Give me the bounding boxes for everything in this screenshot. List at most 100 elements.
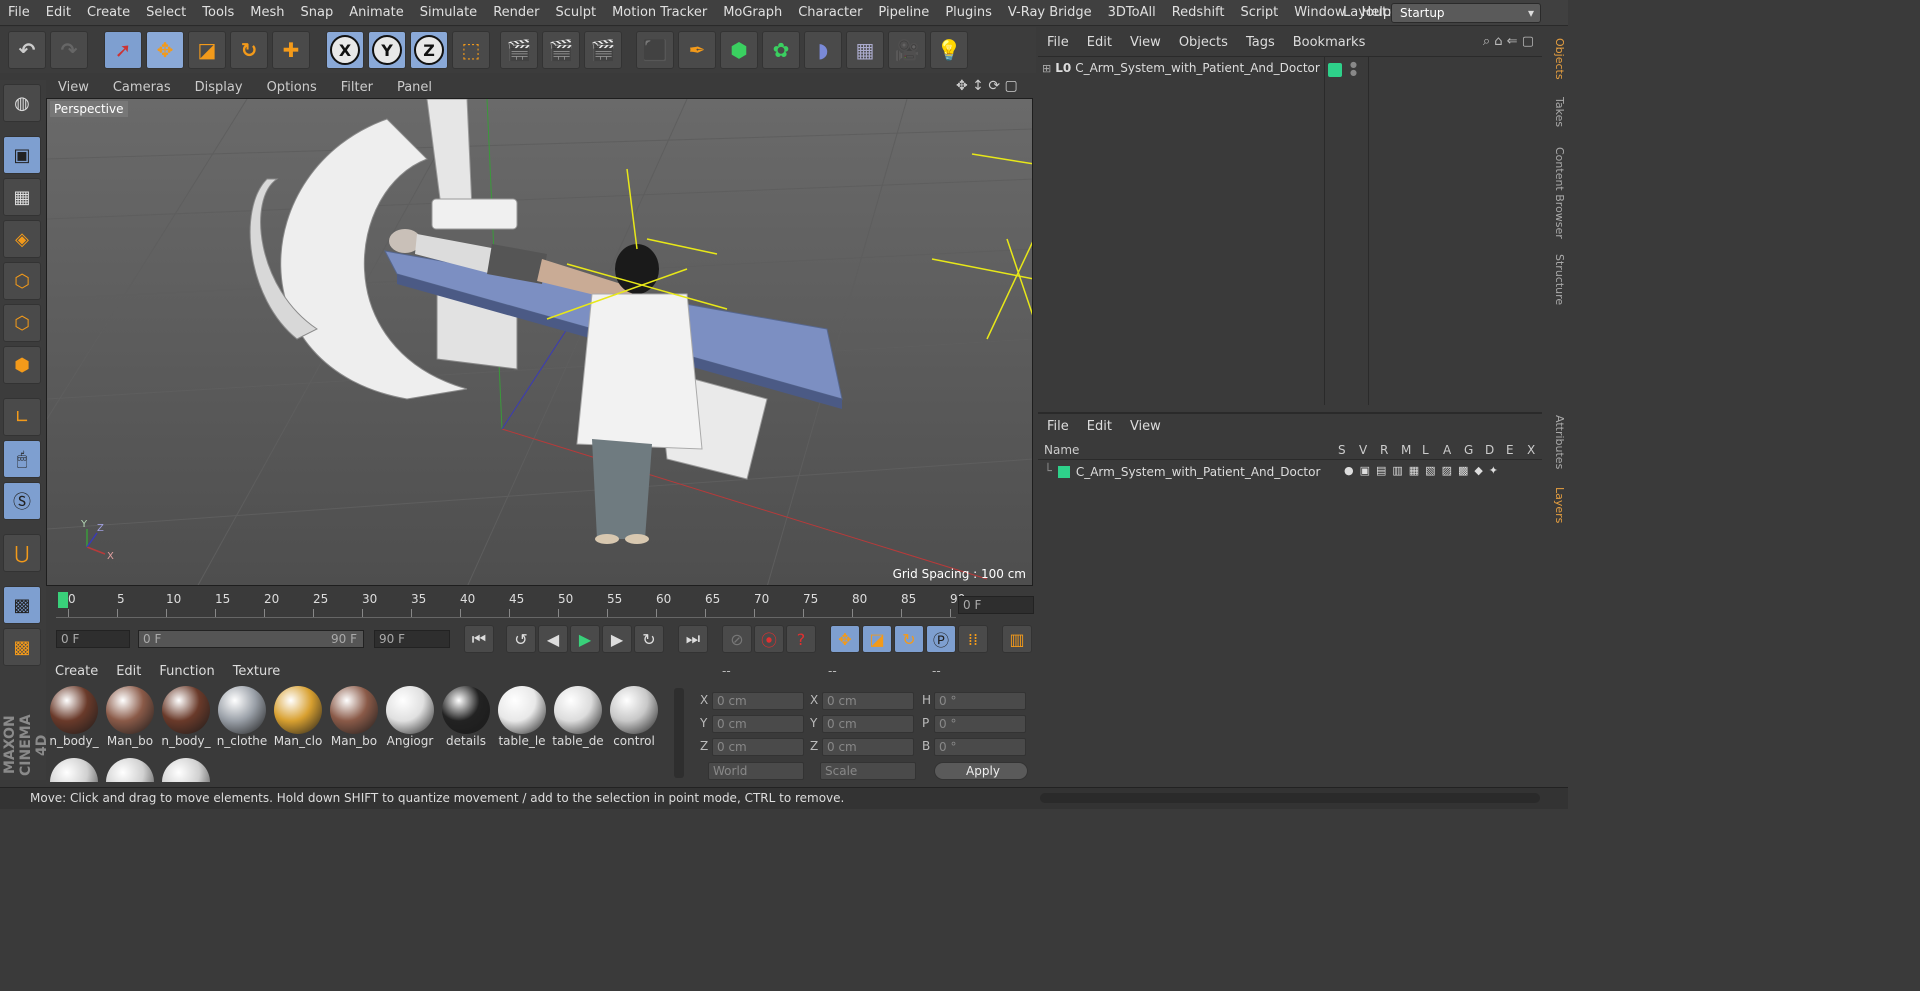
y-axis-button[interactable]: Y	[368, 31, 406, 69]
material-swatch[interactable]: n_clothe	[216, 686, 268, 748]
layer-menu-view[interactable]: View	[1121, 419, 1170, 434]
camera-button[interactable]: 🎥	[888, 31, 926, 69]
tweak-mode-button[interactable]: 🖱	[3, 440, 41, 478]
material-swatch[interactable]: n_body_	[160, 686, 212, 748]
menu-item-v-ray-bridge[interactable]: V-Ray Bridge	[1000, 0, 1100, 26]
coord-value-field[interactable]: 0 cm	[712, 692, 804, 710]
solo-mode-button[interactable]: Ⓢ	[3, 482, 41, 520]
playhead[interactable]	[58, 592, 68, 608]
coord-value-field[interactable]: 0 cm	[712, 715, 804, 733]
menu-item-render[interactable]: Render	[485, 0, 547, 26]
object-menu-tags[interactable]: Tags	[1237, 35, 1284, 50]
material-swatch[interactable]: Angiogr	[384, 686, 436, 748]
planar-workplane-button[interactable]: ▩	[3, 628, 41, 666]
expand-icon[interactable]: ⊞	[1042, 62, 1051, 75]
material-menu-edit[interactable]: Edit	[107, 664, 150, 679]
coord-value-field[interactable]: 0 cm	[822, 738, 914, 756]
rotate-tool-button[interactable]: ↻	[230, 31, 268, 69]
cloner-button[interactable]: ✿	[762, 31, 800, 69]
object-menu-objects[interactable]: Objects	[1170, 35, 1237, 50]
material-swatch[interactable]: table_le	[496, 686, 548, 748]
menu-item-edit[interactable]: Edit	[38, 0, 79, 26]
menu-item-select[interactable]: Select	[138, 0, 194, 26]
perspective-viewport[interactable]: Y X Z Perspective Grid Spacing : 100 cm	[46, 98, 1033, 586]
layer-tag-icon[interactable]	[1328, 63, 1342, 77]
material-swatch[interactable]	[160, 758, 212, 782]
side-tab-content-browser[interactable]: Content Browser	[1546, 140, 1566, 246]
layer-column-m[interactable]: M	[1401, 443, 1411, 457]
viewport-menu-panel[interactable]: Panel	[385, 80, 444, 95]
material-swatch[interactable]: Man_bo	[104, 686, 156, 748]
menu-item-character[interactable]: Character	[790, 0, 870, 26]
object-menu-bookmarks[interactable]: Bookmarks	[1284, 35, 1375, 50]
next-key-button[interactable]: ↻	[634, 625, 664, 653]
parameter-key-button[interactable]: Ⓟ	[926, 625, 956, 653]
x-axis-button[interactable]: X	[326, 31, 364, 69]
menu-item-create[interactable]: Create	[79, 0, 138, 26]
apply-button[interactable]: Apply	[934, 762, 1028, 780]
coord-value-field[interactable]: 0 cm	[712, 738, 804, 756]
viewport-nav-icons[interactable]: ✥ ↕ ⟳ ▢	[956, 78, 1018, 94]
subdivision-button[interactable]: ⬢	[720, 31, 758, 69]
viewport-menu-display[interactable]: Display	[183, 80, 255, 95]
material-swatch[interactable]: control	[608, 686, 660, 748]
material-scrollbar[interactable]	[674, 688, 684, 778]
side-tab-takes[interactable]: Takes	[1546, 90, 1566, 134]
render-picture-viewer-button[interactable]: 🎬	[542, 31, 580, 69]
point-level-key-button[interactable]: ⁞⁞	[958, 625, 988, 653]
menu-item-pipeline[interactable]: Pipeline	[870, 0, 937, 26]
layer-column-v[interactable]: V	[1359, 443, 1367, 457]
layer-menu-file[interactable]: File	[1038, 419, 1078, 434]
horizontal-scrollbar[interactable]	[1040, 793, 1540, 803]
select-tool-button[interactable]: ➚	[104, 31, 142, 69]
visibility-dots-icon[interactable]: ● ●	[1350, 61, 1357, 77]
menu-item-snap[interactable]: Snap	[293, 0, 342, 26]
edges-mode-button[interactable]: ⬡	[3, 304, 41, 342]
points-mode-button[interactable]: ⬡	[3, 262, 41, 300]
scale-key-button[interactable]: ◪	[862, 625, 892, 653]
pen-spline-button[interactable]: ✒	[678, 31, 716, 69]
undo-button[interactable]: ↶	[8, 31, 46, 69]
menu-item-file[interactable]: File	[0, 0, 38, 26]
previous-frame-button[interactable]: ◀	[538, 625, 568, 653]
coord-value-field[interactable]: 0 cm	[822, 692, 914, 710]
side-tab-layers[interactable]: Layers	[1546, 480, 1566, 530]
menu-item-3dtoall[interactable]: 3DToAll	[1100, 0, 1164, 26]
material-menu-texture[interactable]: Texture	[224, 664, 290, 679]
layer-color-swatch[interactable]	[1057, 465, 1070, 478]
object-menu-edit[interactable]: Edit	[1078, 35, 1121, 50]
layer-column-g[interactable]: G	[1464, 443, 1473, 457]
make-editable-button[interactable]: ◍	[3, 84, 41, 122]
coord-value-field[interactable]: 0 °	[934, 715, 1026, 733]
position-key-button[interactable]: ✥	[830, 625, 860, 653]
viewport-menu-filter[interactable]: Filter	[329, 80, 385, 95]
go-to-end-button[interactable]: ⏭	[678, 625, 708, 653]
material-swatch[interactable]: details	[440, 686, 492, 748]
texture-mode-button[interactable]: ▦	[3, 178, 41, 216]
object-menu-view[interactable]: View	[1121, 35, 1170, 50]
rotation-key-button[interactable]: ↻	[894, 625, 924, 653]
end-frame-field[interactable]: 90 F	[374, 630, 450, 648]
coord-value-field[interactable]: 0 °	[934, 692, 1026, 710]
layer-column-s[interactable]: S	[1338, 443, 1346, 457]
menu-item-script[interactable]: Script	[1233, 0, 1287, 26]
previous-key-button[interactable]: ↺	[506, 625, 536, 653]
scale-tool-button[interactable]: ◪	[188, 31, 226, 69]
render-view-button[interactable]: 🎬	[500, 31, 538, 69]
move-tool-button[interactable]: ✥	[146, 31, 184, 69]
go-to-start-button[interactable]: ⏮	[464, 625, 494, 653]
material-swatch[interactable]: n_body_	[48, 686, 100, 748]
layer-menu-edit[interactable]: Edit	[1078, 419, 1121, 434]
floor-button[interactable]: ▦	[846, 31, 884, 69]
z-axis-button[interactable]: Z	[410, 31, 448, 69]
layer-column-a[interactable]: A	[1443, 443, 1451, 457]
play-button[interactable]: ▶	[570, 625, 600, 653]
material-swatch[interactable]	[48, 758, 100, 782]
material-menu-create[interactable]: Create	[46, 664, 107, 679]
start-frame-field[interactable]: 0 F	[56, 630, 130, 648]
layer-column-e[interactable]: E	[1506, 443, 1514, 457]
coordinate-system-button[interactable]: ⬚	[452, 31, 490, 69]
redo-button[interactable]: ↷	[50, 31, 88, 69]
side-tab-attributes[interactable]: Attributes	[1546, 410, 1566, 474]
coord-mode-select[interactable]: World	[708, 762, 804, 780]
